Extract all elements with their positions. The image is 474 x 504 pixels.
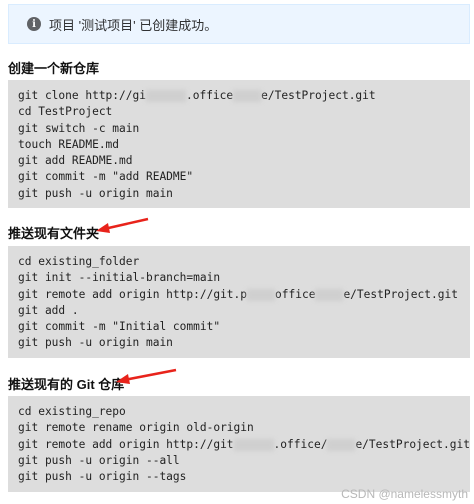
code-line: git commit -m "add README" bbox=[18, 170, 194, 184]
code-line: git commit -m "Initial commit" bbox=[18, 320, 221, 334]
alert-text: 项目 '测试项目' 已创建成功。 bbox=[49, 17, 218, 33]
code-block-existing-git-repo[interactable]: cd existing_repo git remote rename origi… bbox=[8, 396, 470, 492]
code-line: touch README.md bbox=[18, 137, 120, 151]
section-title-existing-git-repo: 推送现有的 Git 仓库 bbox=[8, 377, 125, 392]
success-alert: i 项目 '测试项目' 已创建成功。 bbox=[8, 4, 470, 44]
code-block-new-repo[interactable]: git clone http://gi .office e/TestProject.… bbox=[8, 80, 470, 208]
code-line: cd existing_repo bbox=[18, 405, 126, 418]
code-line: git add . bbox=[18, 303, 79, 317]
code-block-existing-folder[interactable]: cd existing_folder git init --initial-br… bbox=[8, 246, 470, 358]
red-arrow-icon bbox=[96, 217, 149, 233]
info-icon: i bbox=[27, 17, 41, 31]
code-line: git switch -c main bbox=[18, 121, 140, 135]
redacted-host bbox=[233, 438, 274, 451]
code-line: git add README.md bbox=[18, 154, 133, 168]
code-line: git init --initial-branch=main bbox=[18, 271, 221, 285]
code-line: git push -u origin main bbox=[18, 336, 173, 350]
section-title-new-repo: 创建一个新仓库 bbox=[8, 61, 100, 76]
redacted-host bbox=[327, 438, 356, 451]
redacted-host bbox=[233, 90, 262, 102]
red-arrow-icon bbox=[116, 368, 177, 384]
code-line: cd TestProject bbox=[18, 105, 113, 119]
redacted-host bbox=[145, 90, 186, 102]
code-line: git push -u origin main bbox=[18, 186, 173, 200]
section-title-existing-folder: 推送现有文件夹 bbox=[8, 226, 100, 241]
code-line: git remote rename origin old-origin bbox=[18, 421, 254, 435]
code-line: git push -u origin --all bbox=[18, 453, 180, 467]
code-line: git remote add origin http://git.p office… bbox=[18, 287, 458, 301]
watermark: CSDN @namelessmyth bbox=[341, 487, 468, 501]
redacted-host bbox=[315, 288, 344, 301]
code-line: cd existing_folder bbox=[18, 255, 140, 268]
redacted-host bbox=[247, 288, 276, 301]
code-line: git push -u origin --tags bbox=[18, 470, 187, 484]
code-line: git clone http://gi .office e/TestProject.… bbox=[18, 89, 376, 102]
code-line: git remote add origin http://git .office/… bbox=[18, 437, 470, 451]
